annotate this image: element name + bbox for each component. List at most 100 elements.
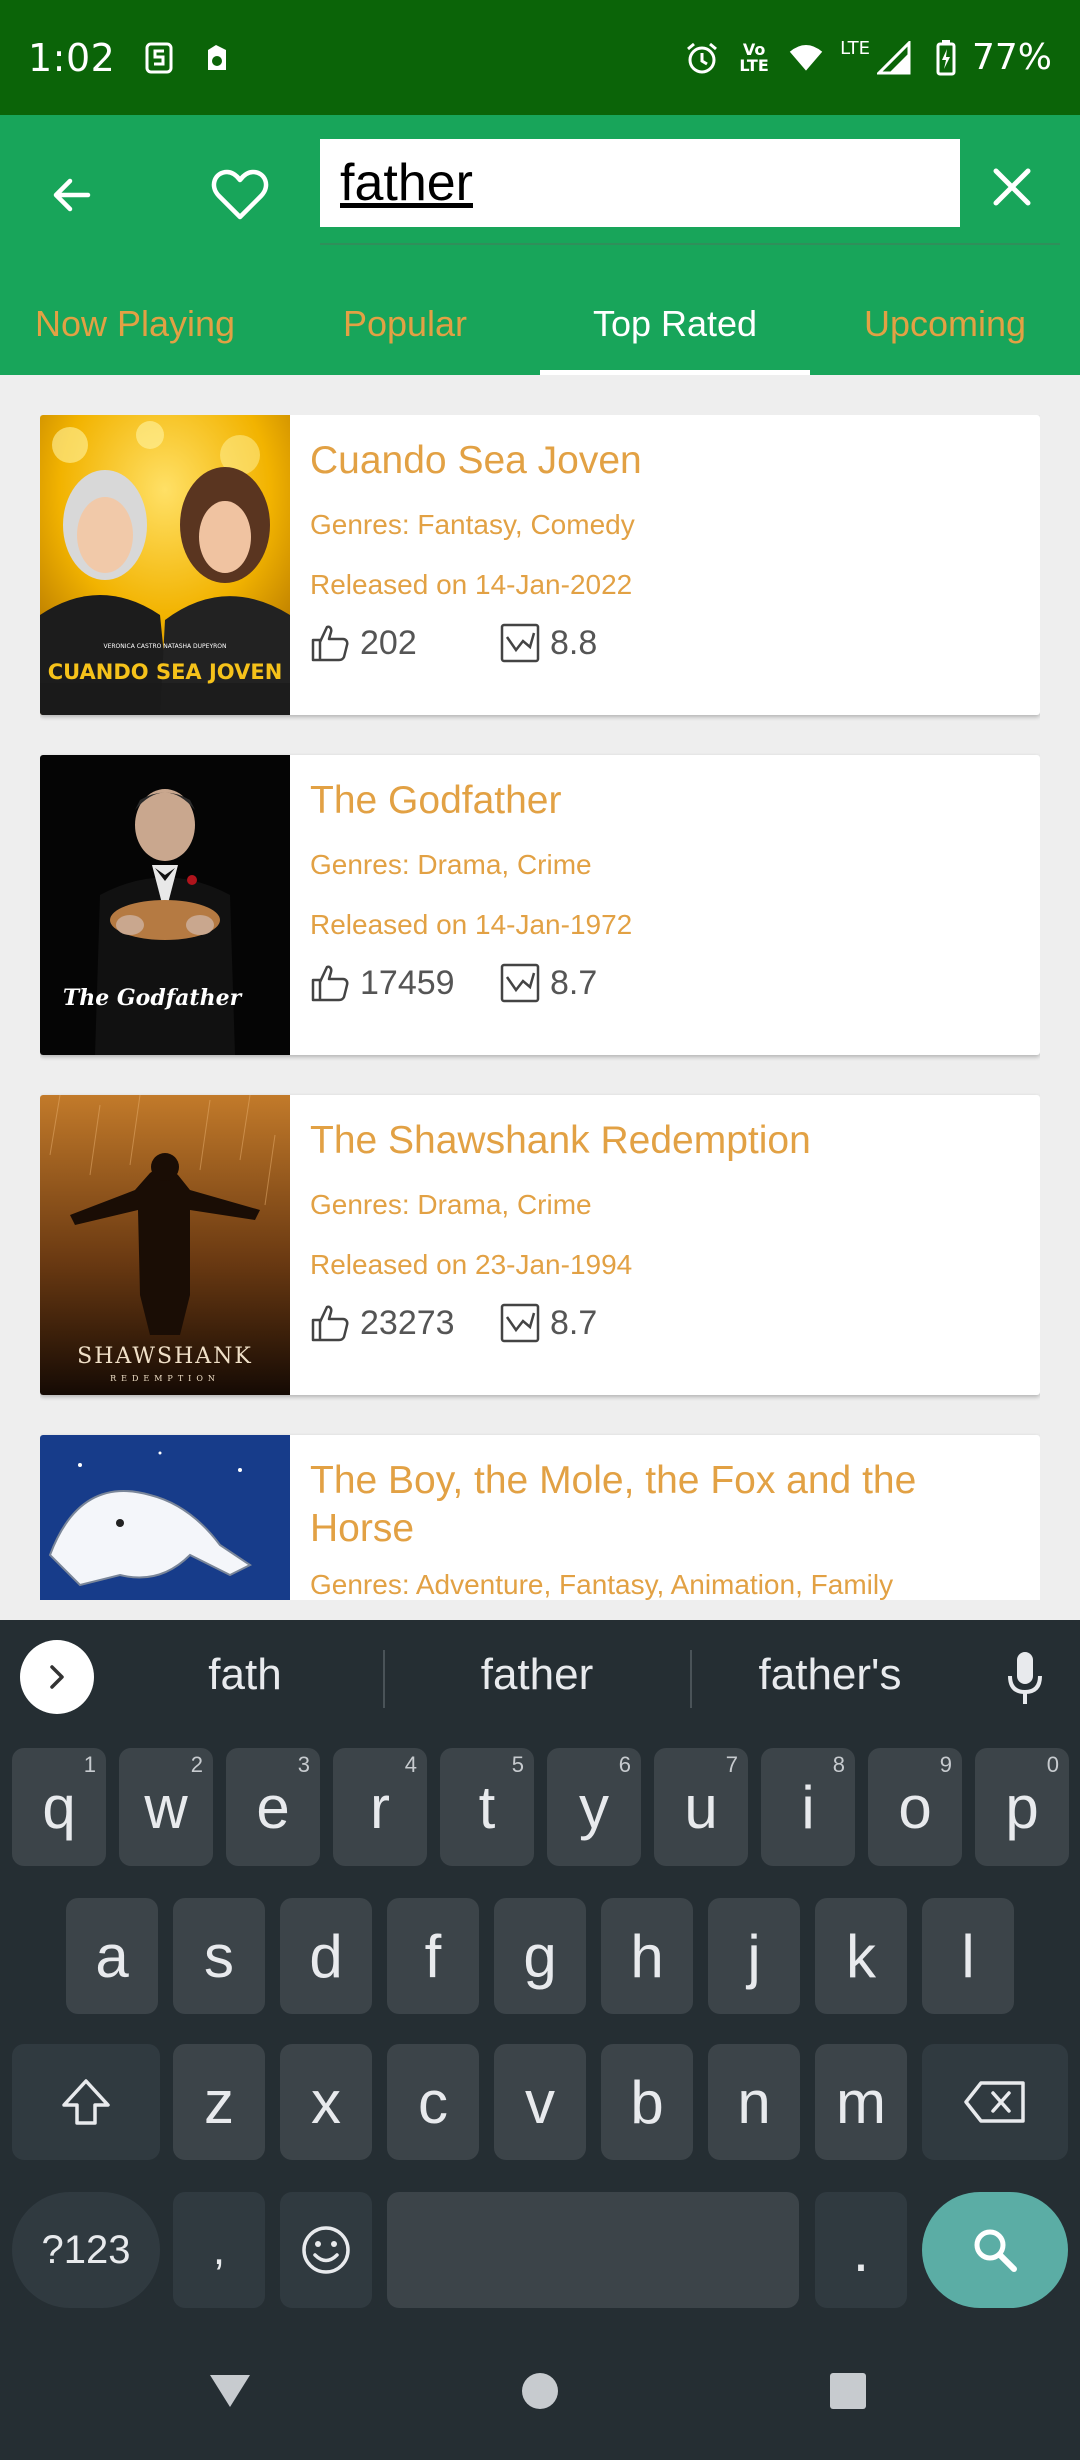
tab-now-playing[interactable]: Now Playing	[0, 275, 270, 375]
movie-poster: SHAWSHANK REDEMPTION	[40, 1095, 290, 1395]
movie-title[interactable]: The Boy, the Mole, the Fox and the Horse	[310, 1457, 1020, 1553]
key-q[interactable]: q1	[12, 1748, 106, 1866]
movie-genres: Genres: Drama, Crime	[310, 1189, 592, 1220]
system-navigation-bar	[0, 2318, 1080, 2460]
arrow-left-icon	[53, 178, 91, 212]
suggestion-1[interactable]: fath	[115, 1650, 375, 1700]
expand-suggestions-button[interactable]	[20, 1640, 94, 1714]
search-icon	[974, 2229, 1017, 2272]
space-key[interactable]	[387, 2192, 799, 2308]
key-t[interactable]: t5	[440, 1748, 534, 1866]
movie-card[interactable]: The Godfather The Godfather Genres: Dram…	[40, 755, 1040, 1055]
vote-count: 23273	[360, 1303, 455, 1342]
nav-recents-button[interactable]	[823, 2366, 873, 2416]
movie-title[interactable]: The Shawshank Redemption	[310, 1117, 1020, 1165]
movie-release-date: Released on 14-Jan-1972	[310, 909, 633, 940]
thumbs-up-icon	[311, 1305, 349, 1342]
search-underline	[320, 243, 1060, 245]
movie-title[interactable]: Cuando Sea Joven	[310, 437, 1020, 485]
poster-title: The Godfather	[63, 985, 243, 1011]
soft-keyboard: fath father father's q1 w2 e3 r4 t5 y6 u…	[0, 1620, 1080, 2318]
thumbs-up-icon	[311, 625, 349, 662]
key-r[interactable]: r4	[333, 1748, 427, 1866]
movie-list[interactable]: VERONICA CASTRO NATASHA DUPEYRON CUANDO …	[40, 415, 1040, 1600]
movie-poster: VERONICA CASTRO NATASHA DUPEYRON CUANDO …	[40, 415, 290, 715]
suggestion-3[interactable]: father's	[700, 1650, 960, 1700]
status-bar: 1:02 Vo LTE LTE 77%	[0, 0, 1080, 115]
key-s[interactable]: s	[173, 1898, 265, 2014]
battery-icon	[928, 39, 964, 76]
search-key[interactable]	[922, 2192, 1068, 2308]
comma-key[interactable]: ,	[173, 2192, 265, 2308]
close-icon	[993, 168, 1031, 206]
rating-chart-icon	[500, 1303, 540, 1343]
chevron-right-icon	[50, 1665, 64, 1689]
vote-count: 202	[360, 623, 417, 662]
key-f[interactable]: f	[387, 1898, 479, 2014]
key-p[interactable]: p0	[975, 1748, 1069, 1866]
key-z[interactable]: z	[173, 2044, 265, 2160]
poster-title: CUANDO SEA JOVEN	[48, 660, 283, 684]
search-box[interactable]	[320, 139, 960, 227]
square-recents-icon	[830, 2373, 866, 2409]
emoji-key[interactable]	[280, 2192, 372, 2308]
nav-back-button[interactable]	[205, 2366, 255, 2416]
clear-search-button[interactable]	[980, 155, 1044, 219]
battery-percent: 77%	[971, 37, 1052, 78]
voice-input-button[interactable]	[995, 1645, 1055, 1711]
key-j[interactable]: j	[708, 1898, 800, 2014]
movie-card[interactable]: VERONICA CASTRO NATASHA DUPEYRON CUANDO …	[40, 415, 1040, 715]
key-l[interactable]: l	[922, 1898, 1014, 2014]
movie-release-date: Released on 23-Jan-1994	[310, 1249, 633, 1280]
emoji-icon	[302, 2226, 350, 2274]
key-i[interactable]: i8	[761, 1748, 855, 1866]
app-bar: Now Playing Popular Top Rated Upcoming	[0, 115, 1080, 375]
notification-s-icon	[141, 40, 177, 76]
key-w[interactable]: w2	[119, 1748, 213, 1866]
favorites-button[interactable]	[205, 160, 275, 230]
key-m[interactable]: m	[815, 2044, 907, 2160]
status-time: 1:02	[28, 35, 116, 80]
tab-top-rated[interactable]: Top Rated	[540, 275, 810, 375]
volte-icon: Vo LTE	[739, 39, 769, 75]
nav-home-button[interactable]	[515, 2366, 565, 2416]
shift-key[interactable]	[12, 2044, 160, 2160]
key-u[interactable]: u7	[654, 1748, 748, 1866]
alarm-icon	[684, 40, 720, 76]
rating-value: 8.7	[550, 1303, 598, 1342]
key-x[interactable]: x	[280, 2044, 372, 2160]
key-e[interactable]: e3	[226, 1748, 320, 1866]
back-button[interactable]	[40, 163, 104, 227]
thumbs-up-icon	[311, 965, 349, 1002]
rating-chart-icon	[500, 963, 540, 1003]
movie-card[interactable]: SHAWSHANK REDEMPTION The Shawshank Redem…	[40, 1095, 1040, 1395]
key-h[interactable]: h	[601, 1898, 693, 2014]
key-a[interactable]: a	[66, 1898, 158, 2014]
poster-subtitle: REDEMPTION	[110, 1374, 220, 1383]
movie-release-date: Released on 14-Jan-2022	[310, 569, 633, 600]
suggestion-2[interactable]: father	[407, 1650, 667, 1700]
movie-card[interactable]: The Boy, the Mole, the Fox and the Horse…	[40, 1435, 1040, 1600]
key-v[interactable]: v	[494, 2044, 586, 2160]
key-d[interactable]: d	[280, 1898, 372, 2014]
triangle-back-icon	[210, 2375, 250, 2407]
key-b[interactable]: b	[601, 2044, 693, 2160]
symbols-key[interactable]: ?123	[12, 2192, 160, 2308]
key-c[interactable]: c	[387, 2044, 479, 2160]
search-input[interactable]	[340, 153, 940, 213]
shift-arrow-icon	[62, 2079, 110, 2125]
movie-poster	[40, 1435, 290, 1600]
backspace-key[interactable]	[922, 2044, 1068, 2160]
tab-popular[interactable]: Popular	[270, 275, 540, 375]
rating-chart-icon	[500, 623, 540, 663]
key-o[interactable]: o9	[868, 1748, 962, 1866]
key-g[interactable]: g	[494, 1898, 586, 2014]
movie-genres: Genres: Drama, Crime	[310, 849, 592, 880]
poster-title: SHAWSHANK	[77, 1344, 253, 1369]
key-k[interactable]: k	[815, 1898, 907, 2014]
key-n[interactable]: n	[708, 2044, 800, 2160]
period-key[interactable]: .	[815, 2192, 907, 2308]
tab-upcoming[interactable]: Upcoming	[810, 275, 1080, 375]
movie-title[interactable]: The Godfather	[310, 777, 1020, 825]
key-y[interactable]: y6	[547, 1748, 641, 1866]
